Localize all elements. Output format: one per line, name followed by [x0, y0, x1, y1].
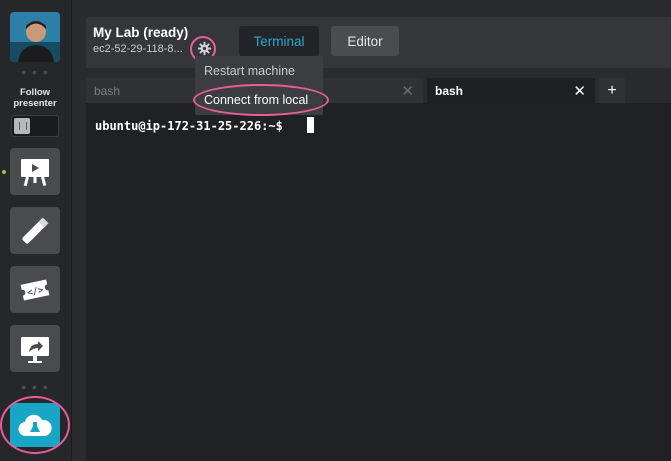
- app-window: • • • Follow presenter </> • • • My Lab …: [0, 0, 671, 461]
- terminal-tab-bar: bash ✕ bash ✕ +: [86, 78, 671, 103]
- code-ticket-button[interactable]: </>: [10, 266, 60, 313]
- close-icon[interactable]: ✕: [573, 82, 586, 100]
- lab-hostname: ec2-52-29-118-8...: [93, 43, 183, 55]
- highlight-ring: [0, 396, 70, 454]
- separator-dots: • • •: [21, 64, 49, 80]
- sidebar: • • • Follow presenter </> • • •: [0, 0, 72, 461]
- avatar[interactable]: [10, 12, 60, 62]
- terminal-tab-active[interactable]: bash ✕: [427, 78, 595, 103]
- follow-presenter-toggle[interactable]: [11, 115, 59, 137]
- presentation-board-icon: [21, 158, 49, 186]
- toggle-knob: [14, 118, 30, 134]
- terminal-output[interactable]: ubuntu@ip-172-31-25-226:~$: [86, 103, 671, 461]
- highlight-ring: [193, 84, 329, 116]
- presentation-button[interactable]: [10, 148, 60, 195]
- laser-pointer-icon: [22, 217, 49, 244]
- menu-item-restart-machine[interactable]: Restart machine: [204, 64, 295, 78]
- follow-presenter-label: Follow presenter: [13, 87, 57, 109]
- active-indicator: [2, 170, 6, 174]
- lab-title: My Lab (ready): [93, 25, 189, 40]
- separator-dots: • • •: [21, 379, 49, 395]
- add-tab-button[interactable]: +: [599, 78, 625, 103]
- tab-terminal[interactable]: Terminal: [239, 26, 319, 56]
- tab-editor[interactable]: Editor: [331, 26, 399, 56]
- code-ticket-icon: </>: [20, 278, 50, 301]
- terminal-cursor: [307, 117, 314, 133]
- shell-prompt: ubuntu@ip-172-31-25-226:~$: [95, 119, 283, 133]
- close-icon[interactable]: ✕: [401, 82, 414, 100]
- screen-share-icon: [21, 336, 49, 363]
- screen-share-button[interactable]: [10, 325, 60, 372]
- lab-header: My Lab (ready) ec2-52-29-118-8... Termin…: [86, 17, 671, 68]
- laser-pointer-button[interactable]: [10, 207, 60, 254]
